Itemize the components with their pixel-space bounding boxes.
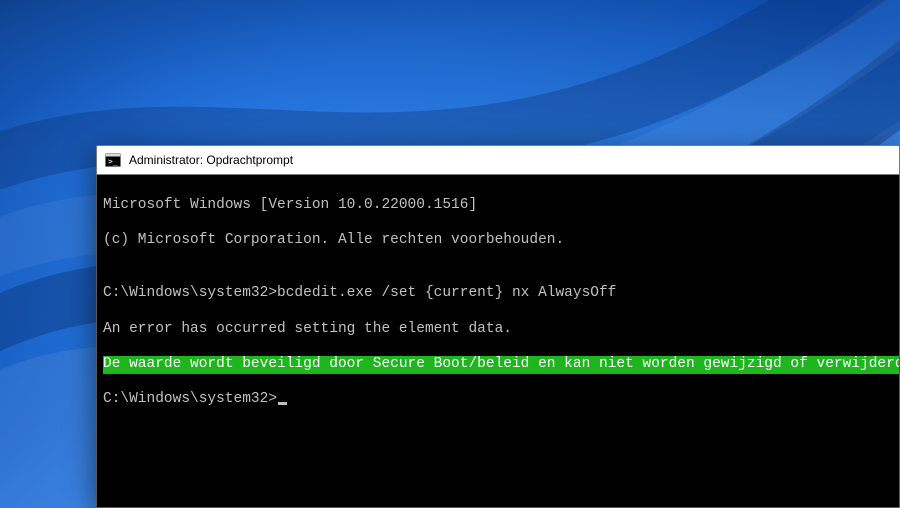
copyright-line: (c) Microsoft Corporation. Alle rechten … [103, 232, 893, 250]
command-1: bcdedit.exe /set {current} nx AlwaysOff [277, 285, 616, 301]
window-title: Administrator: Opdrachtprompt [129, 153, 293, 167]
terminal-icon: >_ [105, 152, 121, 168]
prompt-2: C:\Windows\system32> [103, 391, 277, 409]
text-cursor [278, 402, 287, 405]
svg-text:>_: >_ [108, 157, 118, 166]
version-line: Microsoft Windows [Version 10.0.22000.15… [103, 197, 893, 215]
error-line-2-highlighted: De waarde wordt beveiligd door Secure Bo… [103, 356, 899, 374]
command-prompt-window[interactable]: >_ Administrator: Opdrachtprompt Microso… [96, 146, 900, 508]
command-line-1: C:\Windows\system32>bcdedit.exe /set {cu… [103, 285, 893, 303]
titlebar[interactable]: >_ Administrator: Opdrachtprompt [96, 145, 900, 175]
error-line-1: An error has occurred setting the elemen… [103, 321, 893, 339]
terminal-output[interactable]: Microsoft Windows [Version 10.0.22000.15… [97, 175, 899, 507]
current-prompt-line: C:\Windows\system32> [103, 391, 893, 409]
prompt-1: C:\Windows\system32> [103, 285, 277, 301]
